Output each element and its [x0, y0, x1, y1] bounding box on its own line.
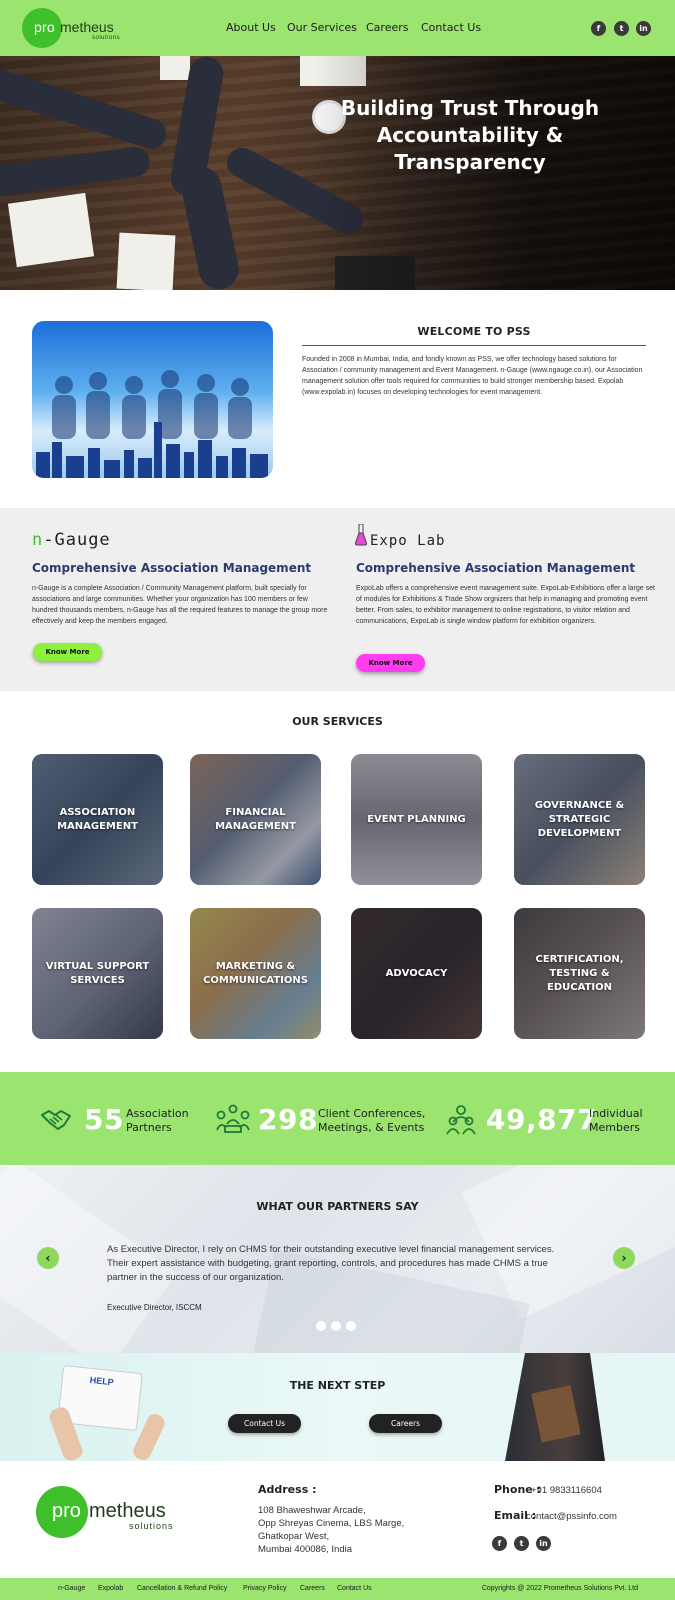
- service-card-virtual-support[interactable]: VIRTUAL SUPPORT SERVICES: [32, 908, 163, 1039]
- footer-logo-solutions-text: solutions: [129, 1521, 174, 1531]
- ngauge-logo-n: n: [32, 530, 44, 550]
- footer-logo-pro-text: pro: [52, 1500, 81, 1522]
- next-careers-button[interactable]: Careers: [369, 1414, 442, 1433]
- footer-address-line: 108 Bhaweshwar Arcade,: [258, 1505, 366, 1516]
- document-image: [160, 56, 190, 80]
- next-step-section: HELP: [0, 1353, 675, 1461]
- facebook-icon[interactable]: f: [591, 21, 606, 36]
- footer-logo-metheus-text: metheus: [89, 1500, 166, 1522]
- logo-solutions-text: solutions: [92, 35, 121, 41]
- header-logo[interactable]: pro metheus solutions: [22, 8, 122, 48]
- copyright-text: Copyrights @ 2022 Prometheus Solutions P…: [481, 1585, 638, 1592]
- stat-conferences-label-1: Client Conferences,: [318, 1107, 426, 1120]
- next-step-title: THE NEXT STEP: [289, 1379, 386, 1392]
- hero-title-line-2: Accountability & Transparency: [376, 123, 564, 174]
- stat-members-number: 49,877: [486, 1103, 598, 1136]
- carousel-dot[interactable]: [316, 1321, 326, 1331]
- footer-address-line: Opp Shreyas Cinema, LBS Marge,: [258, 1518, 405, 1529]
- handshake-icon: [41, 1110, 71, 1130]
- carousel-dot[interactable]: [331, 1321, 341, 1331]
- service-label: ASSOCIATION MANAGEMENT: [57, 806, 138, 832]
- stat-members-label-2: Members: [589, 1121, 640, 1134]
- bottom-link-careers[interactable]: Careers: [300, 1585, 325, 1592]
- carousel-prev-arrow-icon[interactable]: ‹: [37, 1247, 59, 1269]
- service-card-certification[interactable]: CERTIFICATION, TESTING & EDUCATION: [514, 908, 645, 1039]
- nav-careers[interactable]: Careers: [366, 21, 409, 34]
- stat-partners-label-1: Association: [126, 1107, 189, 1120]
- meeting-icon: [216, 1104, 250, 1133]
- footer-address-title: Address :: [258, 1483, 317, 1496]
- ngauge-title: Comprehensive Association Management: [32, 561, 312, 575]
- twitter-icon[interactable]: t: [614, 21, 629, 36]
- footer-facebook-icon[interactable]: f: [492, 1536, 507, 1551]
- testimonial-author: Executive Director, ISCCM: [107, 1303, 202, 1312]
- expolab-know-more-button[interactable]: Know More: [356, 654, 425, 672]
- hero-title-line-1: Building Trust Through: [340, 96, 600, 120]
- testimonial-quote: As Executive Director, I rely on CHMS fo…: [107, 1244, 555, 1283]
- document-image: [7, 192, 95, 268]
- service-card-event[interactable]: EVENT PLANNING: [351, 754, 482, 885]
- bottom-link-refund-policy[interactable]: Cancellation & Refund Policy: [137, 1585, 227, 1592]
- ngauge-description: n-Gauge is a complete Association / Comm…: [32, 585, 328, 625]
- service-card-advocacy[interactable]: ADVOCACY: [351, 908, 482, 1039]
- testimonial-title: WHAT OUR PARTNERS SAY: [256, 1200, 419, 1213]
- welcome-divider: [302, 345, 646, 346]
- footer-twitter-icon[interactable]: t: [514, 1536, 529, 1551]
- business-people-silhouette: [52, 370, 252, 439]
- carousel-dot[interactable]: [346, 1321, 356, 1331]
- members-icon: [446, 1105, 476, 1135]
- service-label: GOVERNANCE & STRATEGIC DEVELOPMENT: [534, 799, 625, 839]
- bottom-link-ngauge[interactable]: n-Gauge: [58, 1585, 85, 1592]
- nav-contact-us[interactable]: Contact Us: [421, 21, 481, 34]
- stat-partners-label-2: Partners: [126, 1121, 172, 1134]
- footer-linkedin-icon[interactable]: in: [536, 1536, 551, 1551]
- footer-address-line: Mumbai 400086, India: [258, 1544, 353, 1555]
- document-image: [116, 232, 176, 290]
- expolab-description: ExpoLab offers a comprehensive event man…: [356, 585, 655, 625]
- service-label: MARKETING & COMMUNICATIONS: [203, 960, 308, 986]
- stat-partners-number: 55: [84, 1103, 124, 1136]
- services-title: OUR SERVICES: [292, 715, 383, 728]
- ngauge-logo[interactable]: n-Gauge: [32, 530, 111, 550]
- linkedin-icon[interactable]: in: [636, 21, 651, 36]
- nav-our-services[interactable]: Our Services: [287, 21, 357, 34]
- service-card-governance[interactable]: GOVERNANCE & STRATEGIC DEVELOPMENT: [514, 754, 645, 885]
- logo-pro-text: pro: [34, 19, 55, 35]
- footer-phone-value[interactable]: +91 9833116604: [531, 1484, 602, 1497]
- stat-conferences-label-2: Meetings, & Events: [318, 1121, 425, 1134]
- service-label: CERTIFICATION, TESTING & EDUCATION: [535, 953, 624, 993]
- bottom-link-expolab[interactable]: Expolab: [98, 1585, 123, 1592]
- footer-email-value[interactable]: contact@pssinfo.com: [526, 1510, 617, 1523]
- expolab-title: Comprehensive Association Management: [356, 561, 636, 575]
- welcome-title: WELCOME TO PSS: [417, 325, 531, 338]
- bottom-link-privacy-policy[interactable]: Privacy Policy: [243, 1585, 287, 1592]
- service-card-association[interactable]: ASSOCIATION MANAGEMENT: [32, 754, 163, 885]
- ngauge-logo-rest: -Gauge: [43, 530, 111, 550]
- service-label: ADVOCACY: [385, 967, 448, 979]
- welcome-text: Founded in 2008 in Mumbai, India, and fo…: [302, 356, 643, 396]
- nav-about-us[interactable]: About Us: [226, 21, 276, 34]
- service-card-marketing[interactable]: MARKETING & COMMUNICATIONS: [190, 908, 321, 1039]
- service-card-financial[interactable]: FINANCIAL MANAGEMENT: [190, 754, 321, 885]
- service-label: EVENT PLANNING: [367, 813, 466, 825]
- stat-members-label-1: Individual: [589, 1107, 643, 1120]
- flask-icon: [354, 523, 368, 546]
- bottom-link-contact-us[interactable]: Contact Us: [337, 1585, 372, 1592]
- service-label: VIRTUAL SUPPORT SERVICES: [45, 960, 150, 986]
- footer-address-line: Ghatkopar West,: [258, 1531, 330, 1542]
- hero-title: Building Trust Through Accountability & …: [300, 95, 640, 176]
- carousel-next-arrow-icon[interactable]: ›: [613, 1247, 635, 1269]
- next-contact-us-button[interactable]: Contact Us: [228, 1414, 301, 1433]
- expolab-logo[interactable]: Expo Lab: [370, 533, 445, 549]
- stat-conferences-number: 298: [258, 1103, 318, 1136]
- ngauge-know-more-button[interactable]: Know More: [33, 643, 102, 661]
- welcome-image: [32, 321, 273, 478]
- logo-metheus-text: metheus: [60, 19, 114, 35]
- service-label: FINANCIAL MANAGEMENT: [215, 806, 296, 832]
